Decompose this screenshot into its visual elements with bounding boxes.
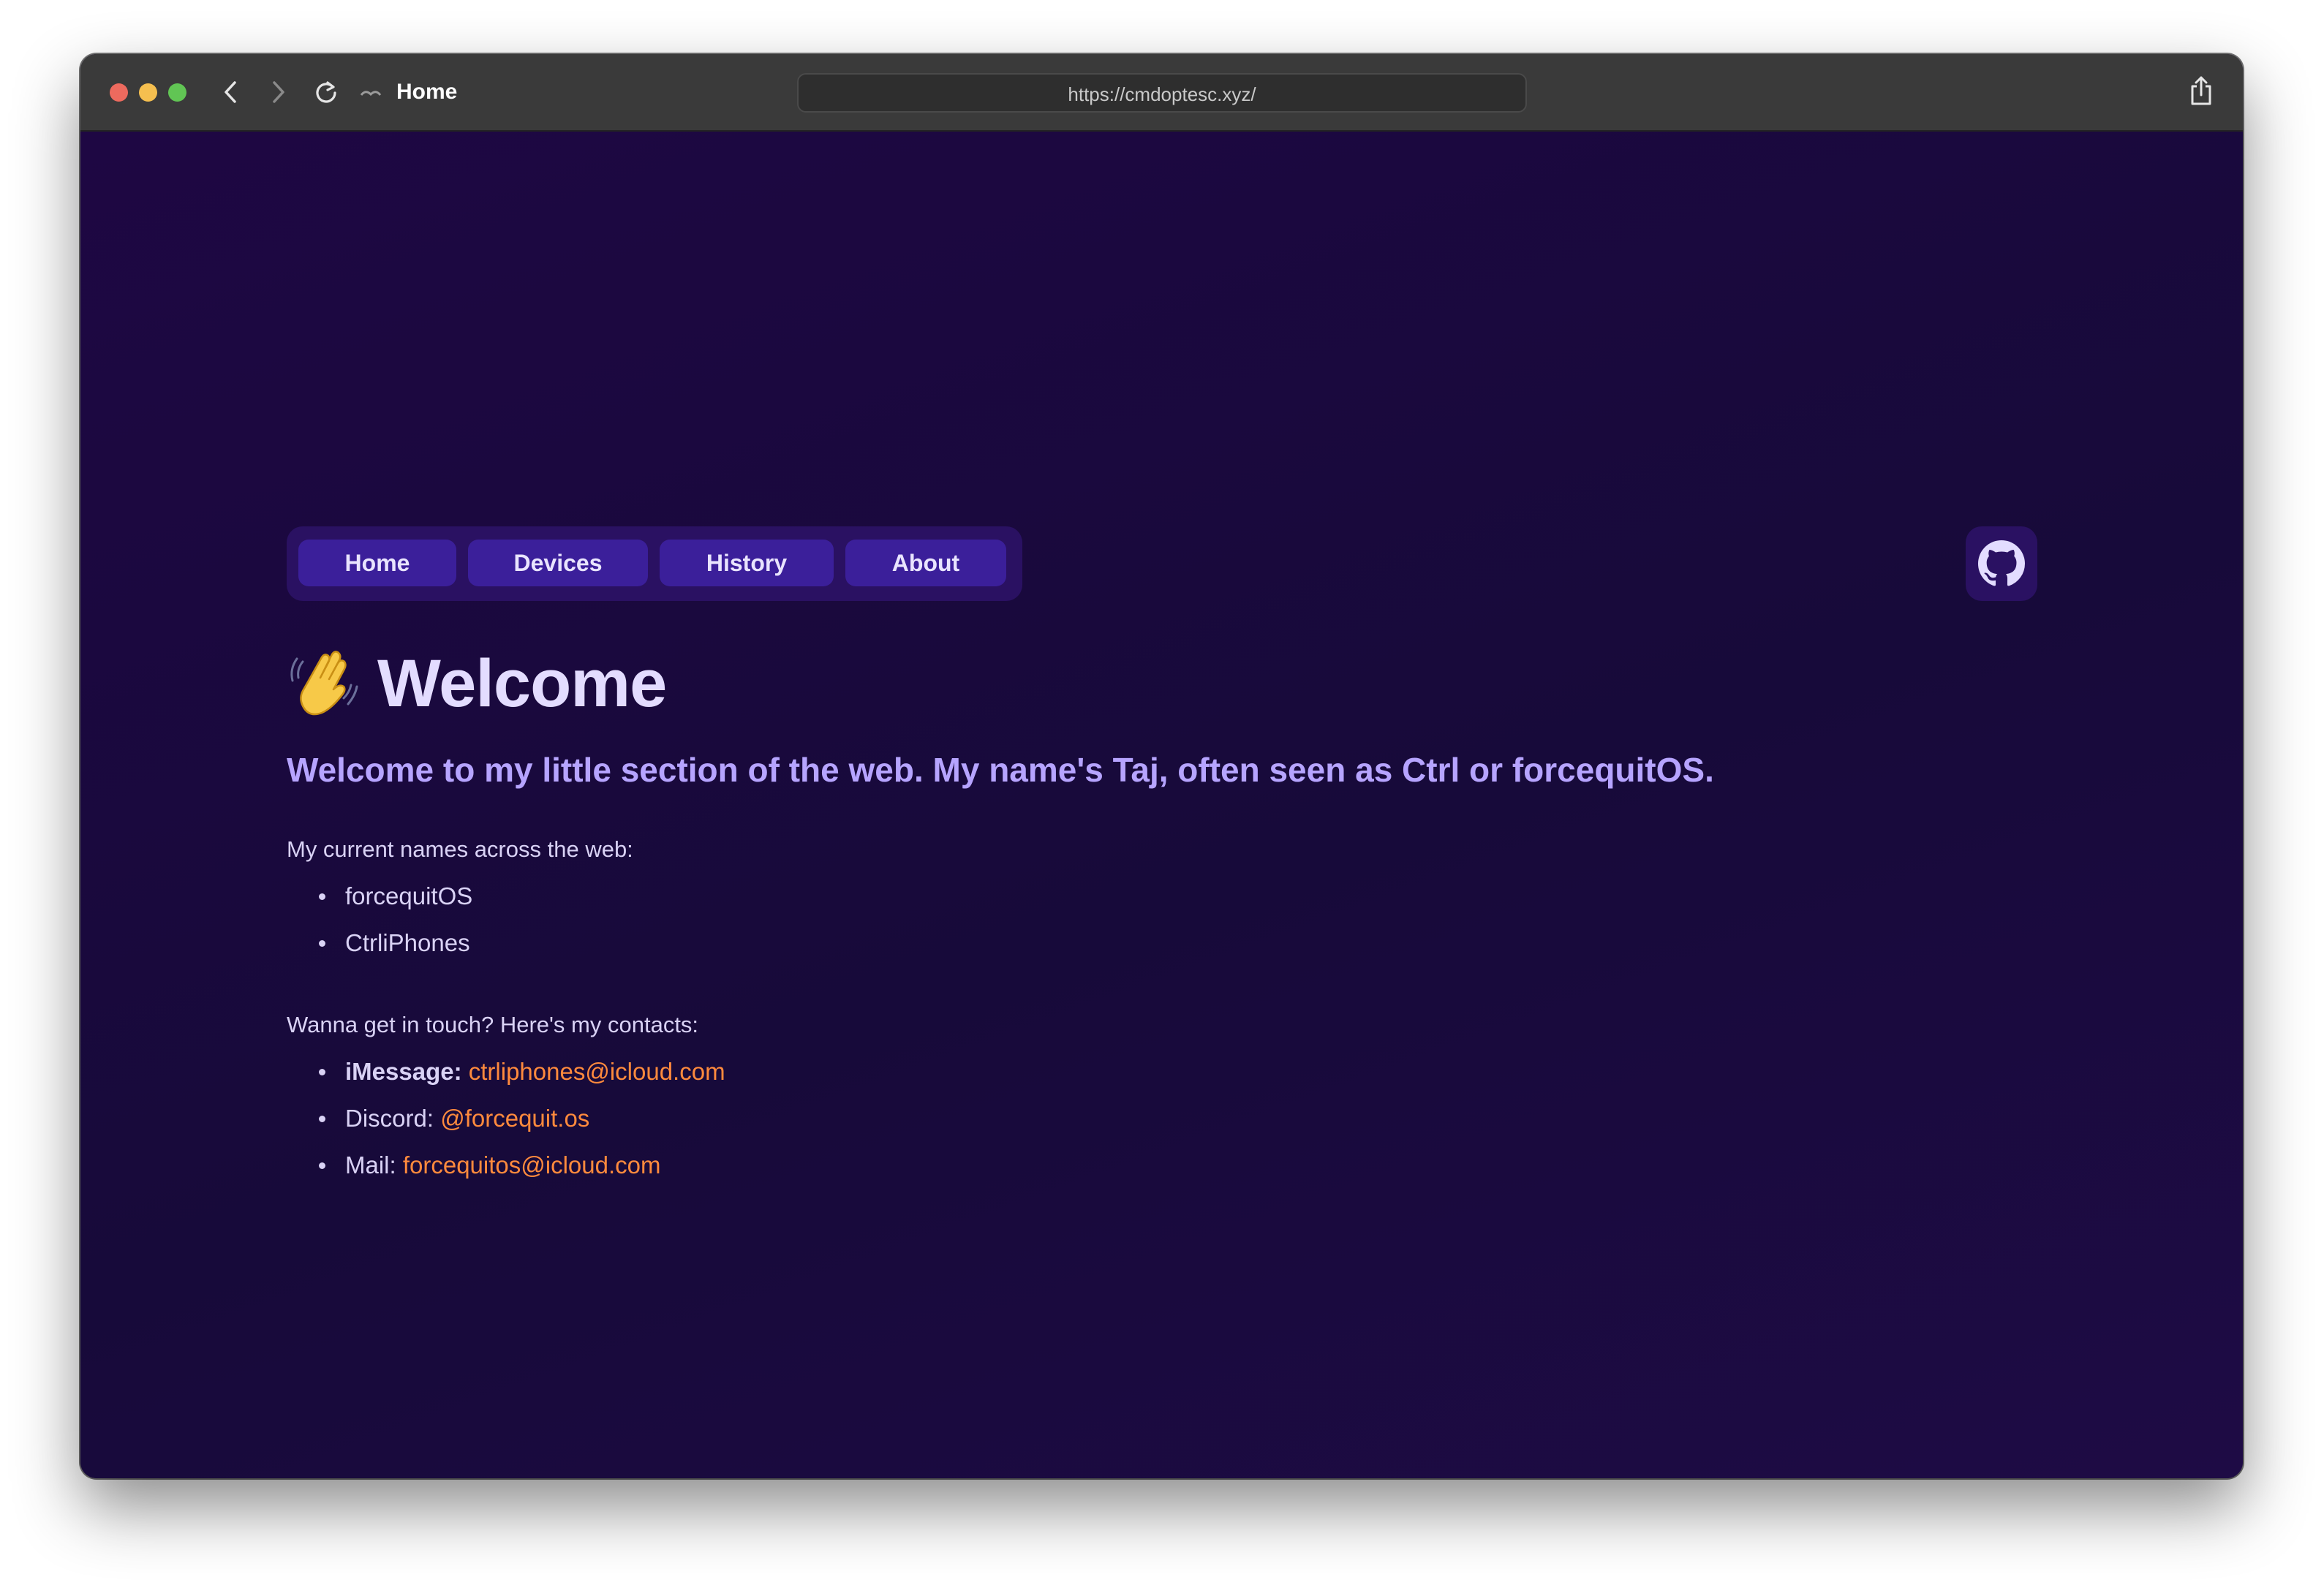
github-link-button[interactable]: [1966, 526, 2037, 601]
contacts-list: iMessage: ctrliphones@icloud.com Discord…: [287, 1048, 725, 1189]
list-item: Discord: @forcequit.os: [287, 1095, 725, 1142]
contacts-intro: Wanna get in touch? Here's my contacts:: [287, 1012, 699, 1037]
name-item: forcequitOS: [345, 882, 473, 909]
share-button[interactable]: [2182, 72, 2220, 110]
contact-label: Mail:: [345, 1151, 403, 1179]
close-window-button[interactable]: [110, 83, 128, 102]
names-list: forcequitOS CtrliPhones: [287, 873, 472, 966]
page-title: Welcome: [377, 646, 667, 721]
nav-home-button[interactable]: Home: [298, 540, 456, 586]
github-icon: [1978, 540, 2025, 586]
list-item: CtrliPhones: [287, 920, 472, 966]
discord-link[interactable]: @forcequit.os: [440, 1105, 589, 1132]
contact-label: Discord:: [345, 1105, 441, 1132]
bullet-icon: [319, 1162, 325, 1169]
minimize-window-button[interactable]: [139, 83, 157, 102]
site-favicon-icon: [360, 91, 382, 97]
nav-history-button[interactable]: History: [660, 540, 834, 586]
address-bar[interactable]: https://cmdoptesc.xyz/: [797, 73, 1527, 113]
zoom-window-button[interactable]: [168, 83, 186, 102]
reload-button[interactable]: [307, 73, 345, 111]
page-heading: Welcome: [287, 643, 667, 724]
bullet-icon: [319, 893, 325, 900]
list-item: Mail: forcequitos@icloud.com: [287, 1142, 725, 1189]
browser-window: Home https://cmdoptesc.xyz/ Home Devices…: [80, 54, 2243, 1478]
intro-subtitle: Welcome to my little section of the web.…: [287, 751, 1714, 789]
browser-toolbar: Home https://cmdoptesc.xyz/: [80, 54, 2243, 132]
page-content: Home Devices History About Welcome Welco…: [80, 132, 2243, 1478]
main-nav: Home Devices History About: [287, 526, 1022, 601]
bullet-icon: [319, 1069, 325, 1075]
names-intro: My current names across the web:: [287, 836, 633, 862]
mail-link[interactable]: forcequitos@icloud.com: [403, 1151, 661, 1179]
chevron-left-icon: [225, 81, 236, 103]
name-item: CtrliPhones: [345, 929, 470, 956]
list-item: forcequitOS: [287, 873, 472, 920]
reload-icon: [316, 81, 336, 103]
imessage-link[interactable]: ctrliphones@icloud.com: [469, 1058, 725, 1085]
forward-button[interactable]: [259, 73, 297, 111]
bullet-icon: [319, 940, 325, 947]
nav-devices-button[interactable]: Devices: [468, 540, 648, 586]
share-icon: [2191, 76, 2211, 105]
bullet-icon: [319, 1116, 325, 1122]
nav-about-button[interactable]: About: [845, 540, 1006, 586]
contact-label: iMessage:: [345, 1058, 469, 1085]
tab-title: Home: [396, 80, 458, 104]
back-button[interactable]: [212, 73, 250, 111]
chevron-right-icon: [273, 81, 284, 103]
list-item: iMessage: ctrliphones@icloud.com: [287, 1048, 725, 1095]
waving-hand-icon: [290, 651, 358, 716]
